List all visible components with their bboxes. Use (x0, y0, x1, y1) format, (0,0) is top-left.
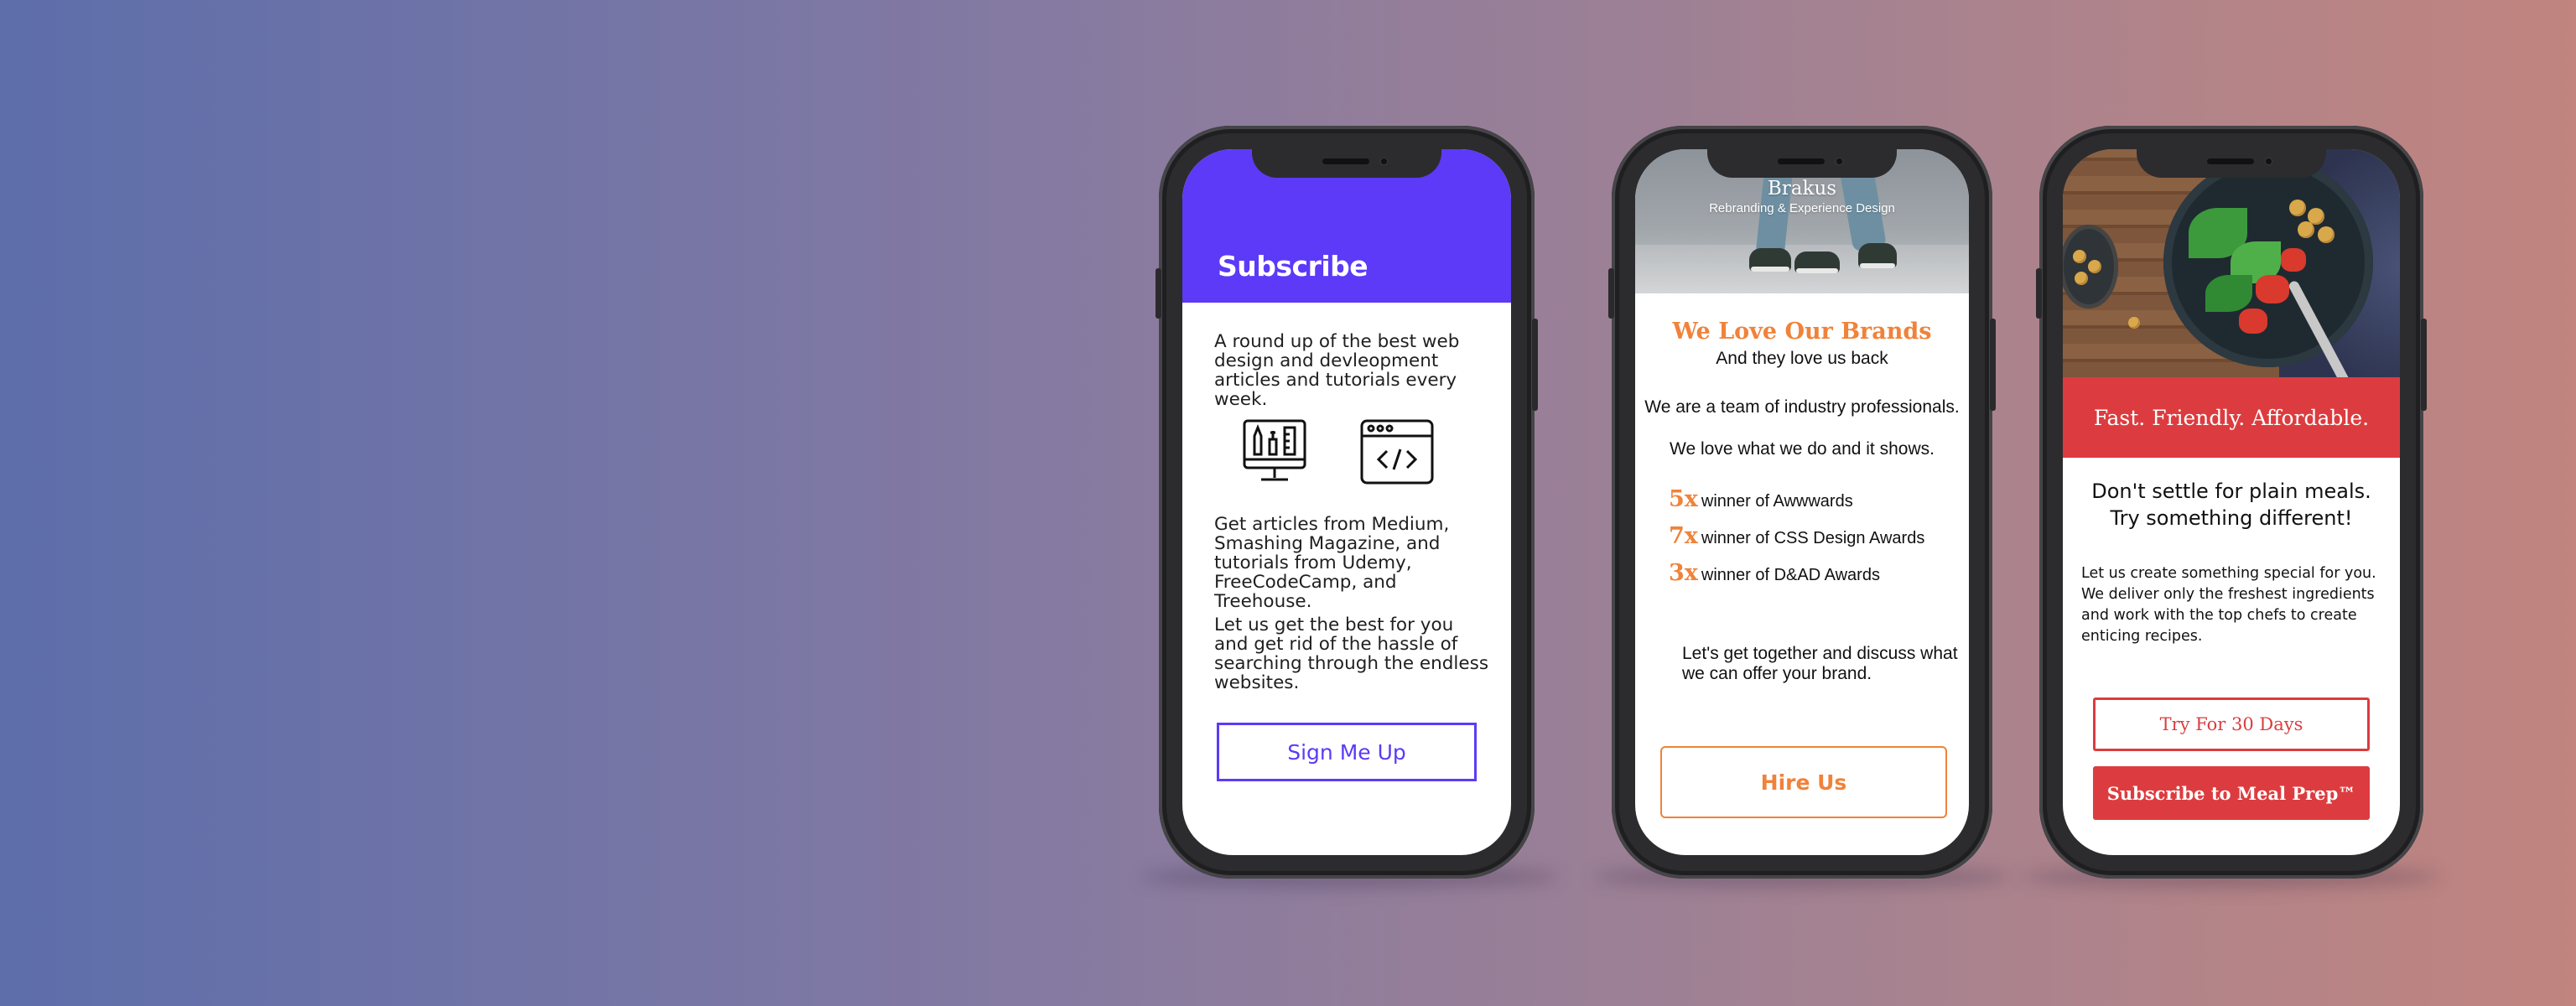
pitch-text: Let us get the best for you and get rid … (1214, 614, 1489, 693)
sign-me-up-button[interactable]: Sign Me Up (1217, 723, 1477, 781)
award-item: 5x winner of Awwwards (1669, 486, 1853, 512)
award-multiplier: 7x (1669, 523, 1698, 549)
phone-brand-agency: Brakus Rebranding & Experience Design We… (1608, 126, 1996, 879)
headline-line-2: Try something different! (2110, 506, 2353, 530)
award-text: winner of CSS Design Awards (1701, 529, 1925, 547)
section-subtitle: And they love us back (1716, 349, 1888, 368)
subscribe-meal-prep-button[interactable]: Subscribe to Meal Prep™ (2093, 766, 2370, 820)
tagline-band: Fast. Friendly. Affordable. (2063, 377, 2400, 458)
phone-screen: Subscribe A round up of the best web des… (1182, 149, 1511, 855)
phone-notch (1252, 149, 1441, 178)
award-multiplier: 3x (1669, 560, 1698, 586)
phone-subscribe-newsletter: Subscribe A round up of the best web des… (1156, 126, 1538, 879)
love-text: We love what we do and it shows. (1670, 439, 1935, 459)
headline-line-1: Don't settle for plain meals. (2091, 480, 2371, 503)
cta-text: Let's get together and discuss what we c… (1682, 644, 1958, 683)
award-item: 3x winner of D&AD Awards (1669, 560, 1880, 586)
side-button (2036, 268, 2042, 319)
side-button (1156, 268, 1161, 319)
side-button (1608, 268, 1614, 319)
phone-notch (1707, 149, 1897, 178)
intro-text: A round up of the best web design and de… (1214, 331, 1460, 410)
design-tools-monitor-icon (1243, 419, 1306, 481)
brand-name: Brakus (1767, 178, 1837, 200)
header-title: Subscribe (1218, 250, 1368, 283)
headline: Don't settle for plain meals. Try someth… (2063, 478, 2400, 532)
sources-text: Get articles from Medium, Smashing Magaz… (1214, 514, 1450, 612)
phone-screen: Brakus Rebranding & Experience Design We… (1635, 149, 1969, 855)
body-text: Let us create something special for you.… (2081, 565, 2376, 645)
phone-meal-prep: Fast. Friendly. Affordable. Don't settle… (2036, 126, 2427, 879)
award-item: 7x winner of CSS Design Awards (1669, 523, 1924, 549)
phone-notch (2137, 149, 2326, 178)
try-30-days-button[interactable]: Try For 30 Days (2093, 697, 2370, 751)
hire-us-button[interactable]: Hire Us (1660, 746, 1947, 818)
award-text: winner of Awwwards (1701, 492, 1853, 511)
side-button (1990, 319, 1996, 411)
side-button (1532, 319, 1538, 411)
tagline-text: Fast. Friendly. Affordable. (2093, 405, 2370, 430)
code-window-icon (1360, 419, 1434, 485)
side-button (2421, 319, 2427, 411)
brand-tagline: Rebranding & Experience Design (1709, 201, 1895, 215)
food-hero-image (2063, 149, 2400, 377)
award-multiplier: 5x (1669, 486, 1698, 512)
phone-screen: Fast. Friendly. Affordable. Don't settle… (2063, 149, 2400, 855)
feature-icons (1241, 417, 1442, 489)
award-text: winner of D&AD Awards (1701, 566, 1880, 584)
section-title: We Love Our Brands (1672, 319, 1932, 345)
team-text: We are a team of industry professionals. (1644, 397, 1960, 417)
